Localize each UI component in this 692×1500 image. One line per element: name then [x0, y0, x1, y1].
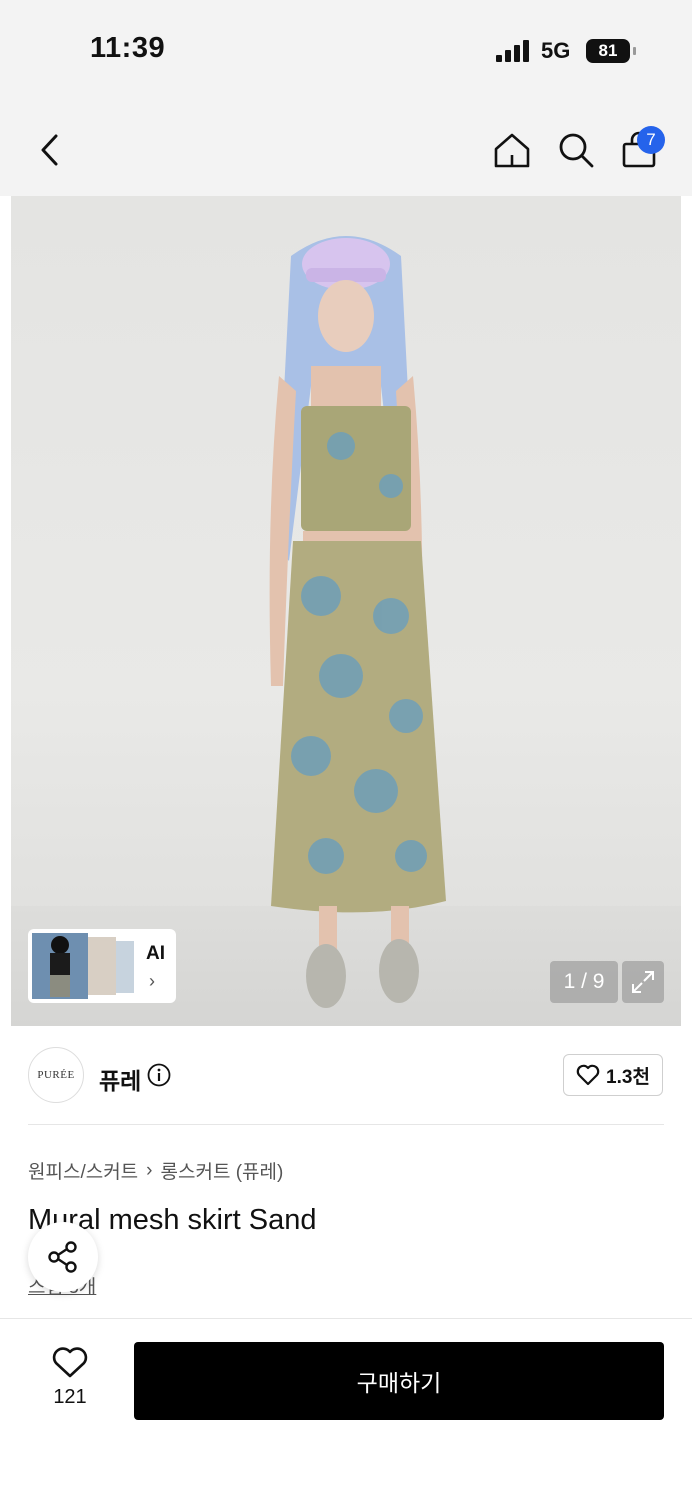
bottom-bar: 121 구매하기	[0, 1318, 692, 1500]
breadcrumb-subcategory[interactable]: 롱스커트 (퓨레)	[161, 1157, 284, 1184]
brand-name[interactable]: 퓨레	[99, 1062, 141, 1096]
cart-count-badge: 7	[637, 126, 665, 154]
model-photo	[269, 236, 446, 1008]
search-icon	[559, 133, 594, 168]
search-button[interactable]	[552, 126, 600, 174]
home-icon	[494, 133, 530, 168]
like-button[interactable]: 121	[40, 1347, 100, 1409]
chevron-right-icon: ›	[146, 1159, 153, 1181]
heart-icon	[576, 1064, 600, 1086]
ai-styling-card[interactable]: AI ›	[28, 929, 176, 1003]
buy-button[interactable]: 구매하기	[134, 1342, 664, 1420]
heart-icon	[52, 1347, 88, 1378]
divider	[28, 1124, 664, 1125]
signal-icon	[496, 40, 529, 62]
back-icon	[41, 134, 58, 166]
battery-indicator: 81	[586, 39, 636, 63]
brand-like-count: 1.3천	[606, 1066, 650, 1088]
expand-icon	[632, 971, 654, 993]
share-button[interactable]	[28, 1222, 98, 1292]
ai-thumbnail-stack	[32, 933, 134, 999]
ai-label: AI	[146, 943, 165, 964]
expand-button[interactable]	[622, 961, 664, 1003]
info-icon[interactable]	[147, 1063, 171, 1087]
brand-row: PURÉE 퓨레 1.3천	[0, 1026, 692, 1126]
image-pager: 1 / 9	[550, 961, 618, 1003]
status-bar: 11:39 5G 81	[0, 0, 692, 100]
back-button[interactable]	[26, 126, 74, 174]
breadcrumb-category[interactable]: 원피스/스커트	[28, 1157, 138, 1184]
product-image[interactable]	[11, 196, 681, 1026]
brand-logo[interactable]: PURÉE	[28, 1047, 84, 1103]
share-icon	[48, 1241, 77, 1273]
brand-like-button[interactable]: 1.3천	[563, 1054, 663, 1096]
status-time: 11:39	[90, 32, 166, 64]
like-count: 121	[53, 1386, 87, 1408]
chevron-right-icon: ›	[149, 971, 155, 991]
top-nav	[0, 100, 692, 196]
breadcrumb: 원피스/스커트 › 롱스커트 (퓨레)	[28, 1157, 283, 1184]
network-label: 5G	[541, 38, 571, 63]
home-button[interactable]	[488, 126, 536, 174]
